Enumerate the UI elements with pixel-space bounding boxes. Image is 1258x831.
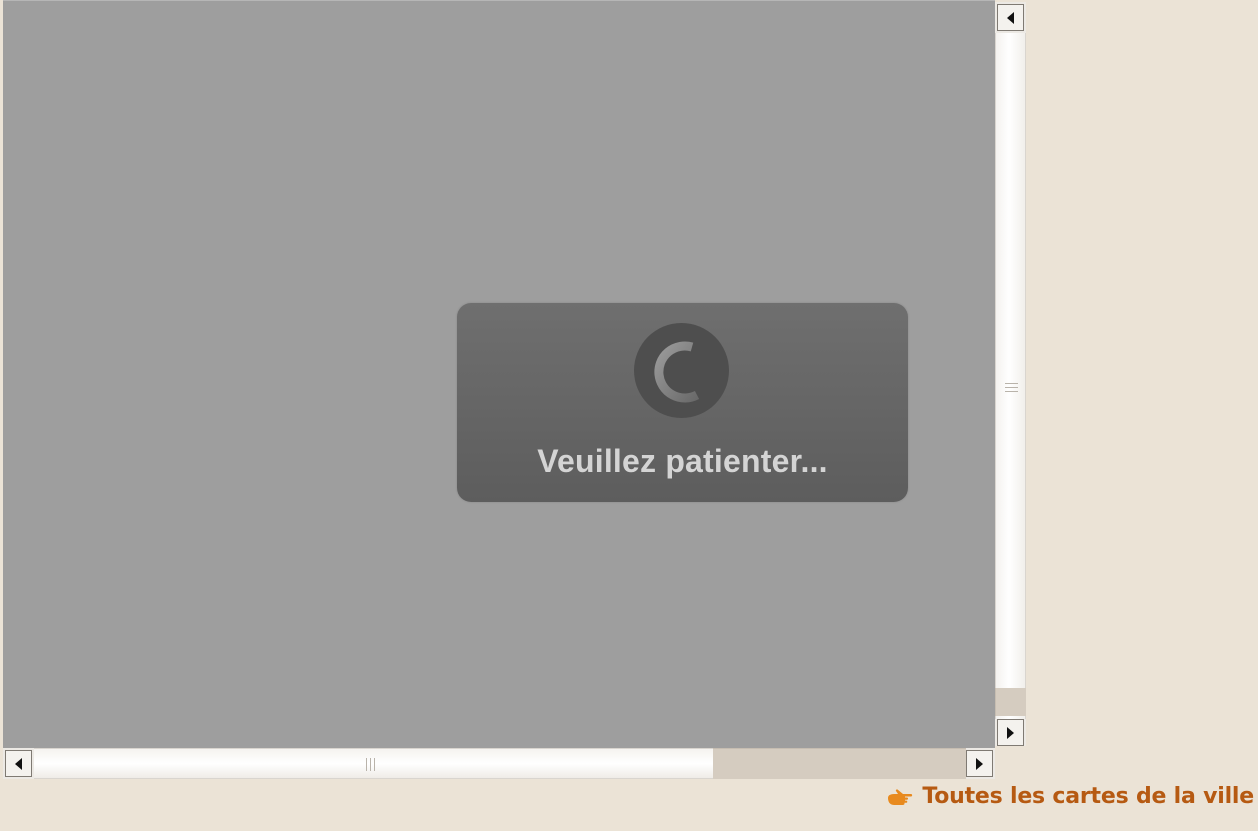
- horizontal-scroll-track[interactable]: [713, 748, 966, 779]
- pointing-hand-icon: [886, 787, 914, 807]
- vertical-scrollbar[interactable]: [995, 2, 1026, 746]
- horizontal-scroll-thumb[interactable]: [34, 748, 713, 779]
- page: Veuillez patienter... Toutes les cartes …: [0, 0, 1258, 831]
- vertical-scroll-track[interactable]: [995, 688, 1026, 716]
- vertical-scroll-thumb[interactable]: [995, 33, 1026, 719]
- arrow-left-icon: [1007, 11, 1014, 24]
- loading-message: Veuillez patienter...: [537, 443, 828, 479]
- loading-dialog: Veuillez patienter...: [457, 303, 908, 502]
- arrow-right-icon: [1007, 726, 1014, 739]
- scroll-up-button[interactable]: [997, 4, 1024, 31]
- scrollbar-corner: [995, 746, 1026, 779]
- grip-lines-icon: [1005, 383, 1018, 392]
- scroll-left-button[interactable]: [5, 750, 32, 777]
- map-viewport[interactable]: Veuillez patienter...: [3, 0, 995, 748]
- loading-spinner-icon: [634, 323, 729, 418]
- all-city-maps-link[interactable]: Toutes les cartes de la ville: [886, 784, 1254, 809]
- scroll-right-button[interactable]: [966, 750, 993, 777]
- horizontal-scrollbar[interactable]: [3, 748, 995, 779]
- grip-lines-icon: [366, 758, 378, 771]
- arrow-left-icon: [15, 757, 22, 770]
- scroll-down-button[interactable]: [997, 719, 1024, 746]
- all-city-maps-label: Toutes les cartes de la ville: [922, 784, 1254, 809]
- arrow-right-icon: [976, 757, 983, 770]
